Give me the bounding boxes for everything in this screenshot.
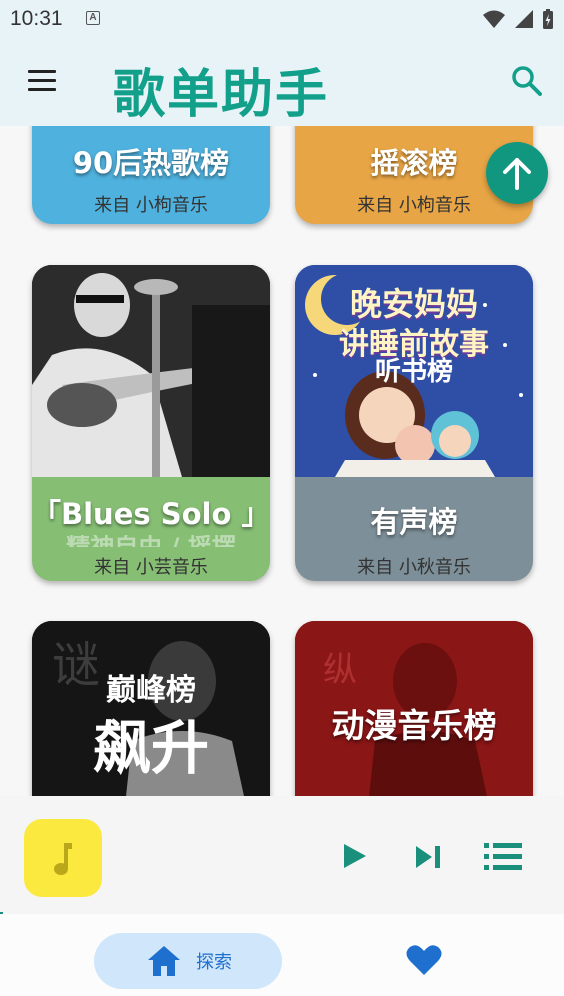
battery-icon (543, 9, 553, 29)
arrow-up-icon (503, 158, 531, 190)
queue-list-icon (484, 843, 522, 870)
search-icon (512, 66, 542, 96)
status-time: 10:31 (10, 7, 63, 30)
playlist-title: 90后热歌榜 (72, 146, 230, 180)
notification-icon: A (86, 11, 100, 25)
status-icons (482, 8, 554, 30)
skip-next-icon (416, 846, 440, 868)
playlist-card[interactable]: 谜 巅峰榜 飙升 (32, 621, 270, 796)
music-note-icon (54, 843, 72, 875)
guitarist-photo (32, 265, 270, 477)
playlist-source: 来自 小秋音乐 (357, 557, 471, 578)
cover-heading: 动漫音乐榜 (331, 706, 497, 745)
menu-button[interactable] (28, 70, 60, 94)
playlist-cover: 谜 巅峰榜 飙升 (32, 621, 270, 796)
nav-explore-label: 探索 (196, 952, 232, 973)
playlist-subtitle: 精神自由 / 摇摆 (32, 535, 270, 547)
play-button[interactable] (340, 842, 368, 874)
svg-text:纵: 纵 (323, 650, 357, 690)
playlist-grid[interactable]: 90后热歌榜 来自 小枸音乐 摇滚榜 来自 小枸音乐 「Blues Solo 」… (0, 126, 564, 796)
playlist-source: 来自 小芸音乐 (94, 557, 208, 578)
playlist-card[interactable]: 晚安妈妈 讲睡前故事 听书榜 有声榜 来自 小秋音乐 (295, 265, 533, 581)
playlist-title: 有声榜 (370, 505, 458, 539)
home-icon (148, 946, 180, 976)
play-icon (344, 844, 366, 868)
playlist-card[interactable]: 纵 动漫音乐榜 (295, 621, 533, 796)
playlist-source: 来自 小枸音乐 (94, 195, 208, 216)
heart-icon (406, 945, 442, 975)
playlist-cover (32, 265, 270, 477)
app-title: 歌单助手 (113, 65, 330, 125)
playlist-card[interactable]: 90后热歌榜 来自 小枸音乐 (32, 126, 270, 224)
cover-heading: 听书榜 (374, 357, 453, 387)
playlist-title: 「Blues Solo 」 (32, 497, 270, 531)
status-bar: 10:31 A (0, 0, 564, 38)
next-button[interactable] (414, 844, 442, 874)
menu-icon (28, 70, 60, 91)
cover-heading: 飙升 (92, 714, 209, 782)
queue-button[interactable] (484, 842, 522, 876)
search-button[interactable] (510, 64, 544, 98)
now-playing-art[interactable] (24, 819, 102, 897)
signal-icon (515, 10, 533, 28)
bottom-navigation: 探索 (0, 914, 564, 996)
wifi-icon (483, 10, 505, 28)
nav-explore-tab[interactable]: 探索 (94, 933, 282, 989)
playlist-card[interactable]: 「Blues Solo 」 精神自由 / 摇摆 来自 小芸音乐 (32, 265, 270, 581)
playlist-cover: 纵 动漫音乐榜 (295, 621, 533, 796)
playlist-cover: 晚安妈妈 讲睡前故事 听书榜 (295, 265, 533, 477)
nav-favorites-tab[interactable] (406, 944, 442, 980)
scroll-to-top-button[interactable] (486, 142, 548, 204)
app-bar: 歌单助手 (0, 38, 564, 126)
mini-player (0, 796, 564, 914)
